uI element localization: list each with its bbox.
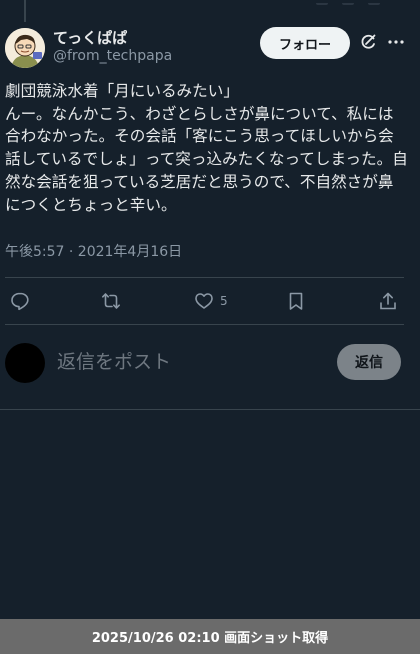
divider	[5, 277, 404, 278]
edge-mark	[368, 0, 380, 5]
screenshot-caption-bar: 2025/10/26 02:10 画面ショット取得	[0, 619, 420, 654]
retweet-action[interactable]	[101, 290, 121, 312]
edge-mark	[316, 0, 328, 5]
author-handle[interactable]: @from_techpapa	[53, 48, 172, 64]
bookmark-action[interactable]	[286, 290, 306, 312]
reply-action[interactable]	[10, 290, 30, 312]
avatar-illustration	[5, 28, 45, 68]
like-action[interactable]: 5	[194, 290, 228, 312]
edge-mark	[342, 0, 354, 5]
more-dots-icon[interactable]	[386, 32, 406, 52]
previous-post-actions-edge	[316, 0, 420, 8]
thread-connector-line	[24, 0, 26, 22]
reply-input[interactable]	[55, 346, 319, 378]
divider	[0, 409, 420, 410]
author-avatar[interactable]	[5, 28, 45, 68]
like-count: 5	[220, 294, 228, 308]
reply-icon	[11, 292, 29, 311]
bookmark-icon	[289, 292, 303, 310]
author-display-name[interactable]: てっくぱぱ	[53, 27, 127, 48]
retweet-icon	[102, 293, 120, 309]
post-header: てっくぱぱ @from_techpapa フォロー	[5, 26, 420, 70]
heart-icon	[195, 293, 213, 309]
post-text: 劇団競泳水着「月にいるみたい」 んー。なんかこう、わざとらしさが鼻について、私に…	[5, 82, 408, 214]
action-bar: 5	[0, 288, 420, 314]
reply-button[interactable]: 返信	[337, 344, 401, 380]
screenshot-caption: 2025/10/26 02:10 画面ショット取得	[91, 631, 329, 646]
current-user-avatar[interactable]	[5, 343, 45, 383]
share-action[interactable]	[378, 290, 398, 312]
share-icon	[380, 292, 396, 310]
divider	[5, 324, 404, 325]
follow-button[interactable]: フォロー	[260, 27, 350, 59]
post-timestamp[interactable]: 午後5:57 · 2021年4月16日	[5, 241, 182, 261]
grok-refresh-icon[interactable]	[358, 32, 378, 52]
